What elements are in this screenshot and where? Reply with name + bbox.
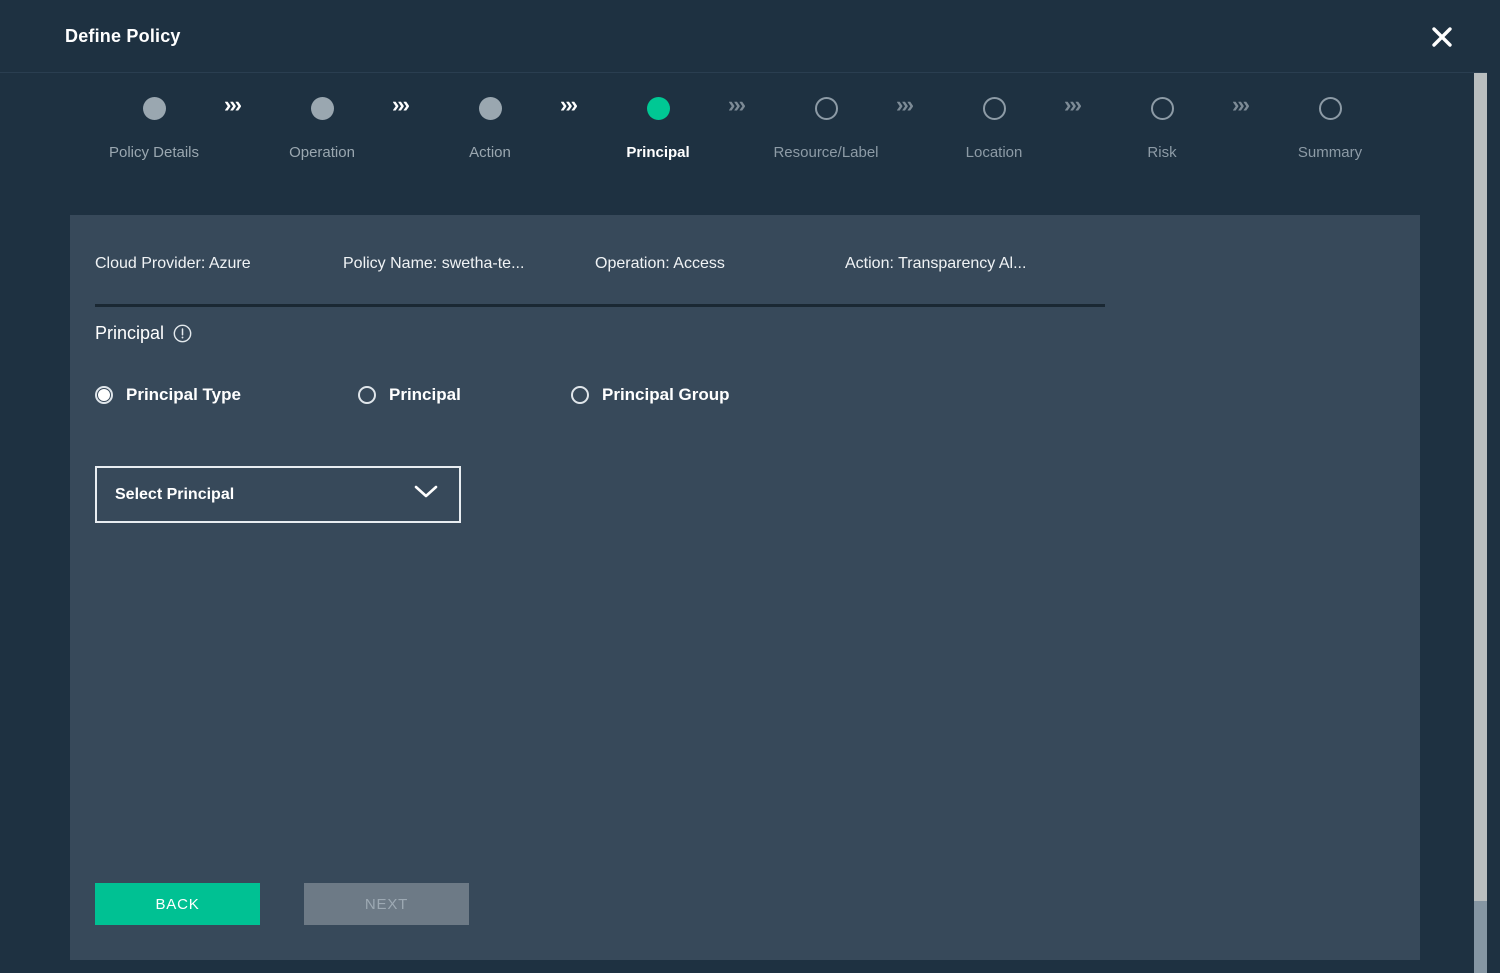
close-icon[interactable] <box>1425 20 1459 54</box>
radio-principal-group[interactable]: Principal Group <box>571 385 730 405</box>
scrollbar-thumb[interactable] <box>1474 73 1487 901</box>
step-label: Operation <box>289 144 355 161</box>
section-heading: Principal <box>95 323 192 344</box>
stepper-step-operation[interactable]: Operation <box>238 88 406 161</box>
stepper-step-resource-label[interactable]: Resource/Label <box>742 88 910 161</box>
breadcrumb-cloud-provider: Cloud Provider: Azure <box>95 255 251 273</box>
scrollbar-thumb-lower[interactable] <box>1474 901 1487 973</box>
step-label: Location <box>966 144 1023 161</box>
step-dot <box>311 97 334 120</box>
step-dot <box>647 97 670 120</box>
exclamation-circle-icon[interactable] <box>173 324 192 343</box>
breadcrumb-action: Action: Transparency Al... <box>845 255 1026 273</box>
radio-label: Principal Group <box>602 385 730 405</box>
breadcrumb-policy-name: Policy Name: swetha-te... <box>343 255 524 273</box>
stepper-step-action[interactable]: Action <box>406 88 574 161</box>
select-principal-dropdown[interactable]: Select Principal <box>95 466 461 523</box>
step-label: Action <box>469 144 511 161</box>
select-principal-value: Select Principal <box>115 486 413 504</box>
section-heading-label: Principal <box>95 323 164 344</box>
radio-label: Principal <box>389 385 461 405</box>
wizard-content-panel: Cloud Provider: Azure Policy Name: sweth… <box>70 215 1420 960</box>
vertical-scrollbar[interactable] <box>1474 73 1487 973</box>
back-button[interactable]: BACK <box>95 883 260 925</box>
radio-mark <box>358 386 376 404</box>
step-dot <box>1319 97 1342 120</box>
step-dot <box>983 97 1006 120</box>
stepper-step-location[interactable]: Location <box>910 88 1078 161</box>
next-button[interactable]: NEXT <box>304 883 469 925</box>
stepper-step-risk[interactable]: Risk <box>1078 88 1246 161</box>
breadcrumb-operation: Operation: Access <box>595 255 725 273</box>
stepper-step-principal[interactable]: Principal <box>574 88 742 161</box>
step-label: Principal <box>626 144 689 161</box>
radio-mark <box>571 386 589 404</box>
step-dot <box>479 97 502 120</box>
radio-principal[interactable]: Principal <box>358 385 461 405</box>
step-label: Risk <box>1147 144 1176 161</box>
breadcrumb: Cloud Provider: Azure Policy Name: sweth… <box>95 245 1105 307</box>
step-label: Policy Details <box>109 144 199 161</box>
stepper-step-summary[interactable]: Summary <box>1246 88 1414 161</box>
radio-principal-type[interactable]: Principal Type <box>95 385 241 405</box>
modal-titlebar: Define Policy <box>0 0 1487 73</box>
radio-mark-selected <box>95 386 113 404</box>
step-dot <box>815 97 838 120</box>
step-dot <box>143 97 166 120</box>
page-title: Define Policy <box>65 26 181 47</box>
policy-wizard-stepper: Policy Details ››› Operation ››› Action … <box>70 88 1420 183</box>
define-policy-modal: Define Policy Policy Details ››› Operati… <box>0 0 1487 973</box>
step-dot <box>1151 97 1174 120</box>
chevron-down-icon[interactable] <box>413 484 439 505</box>
stepper-step-policy-details[interactable]: Policy Details <box>70 88 238 161</box>
step-label: Summary <box>1298 144 1362 161</box>
step-label: Resource/Label <box>773 144 878 161</box>
radio-label: Principal Type <box>126 385 241 405</box>
